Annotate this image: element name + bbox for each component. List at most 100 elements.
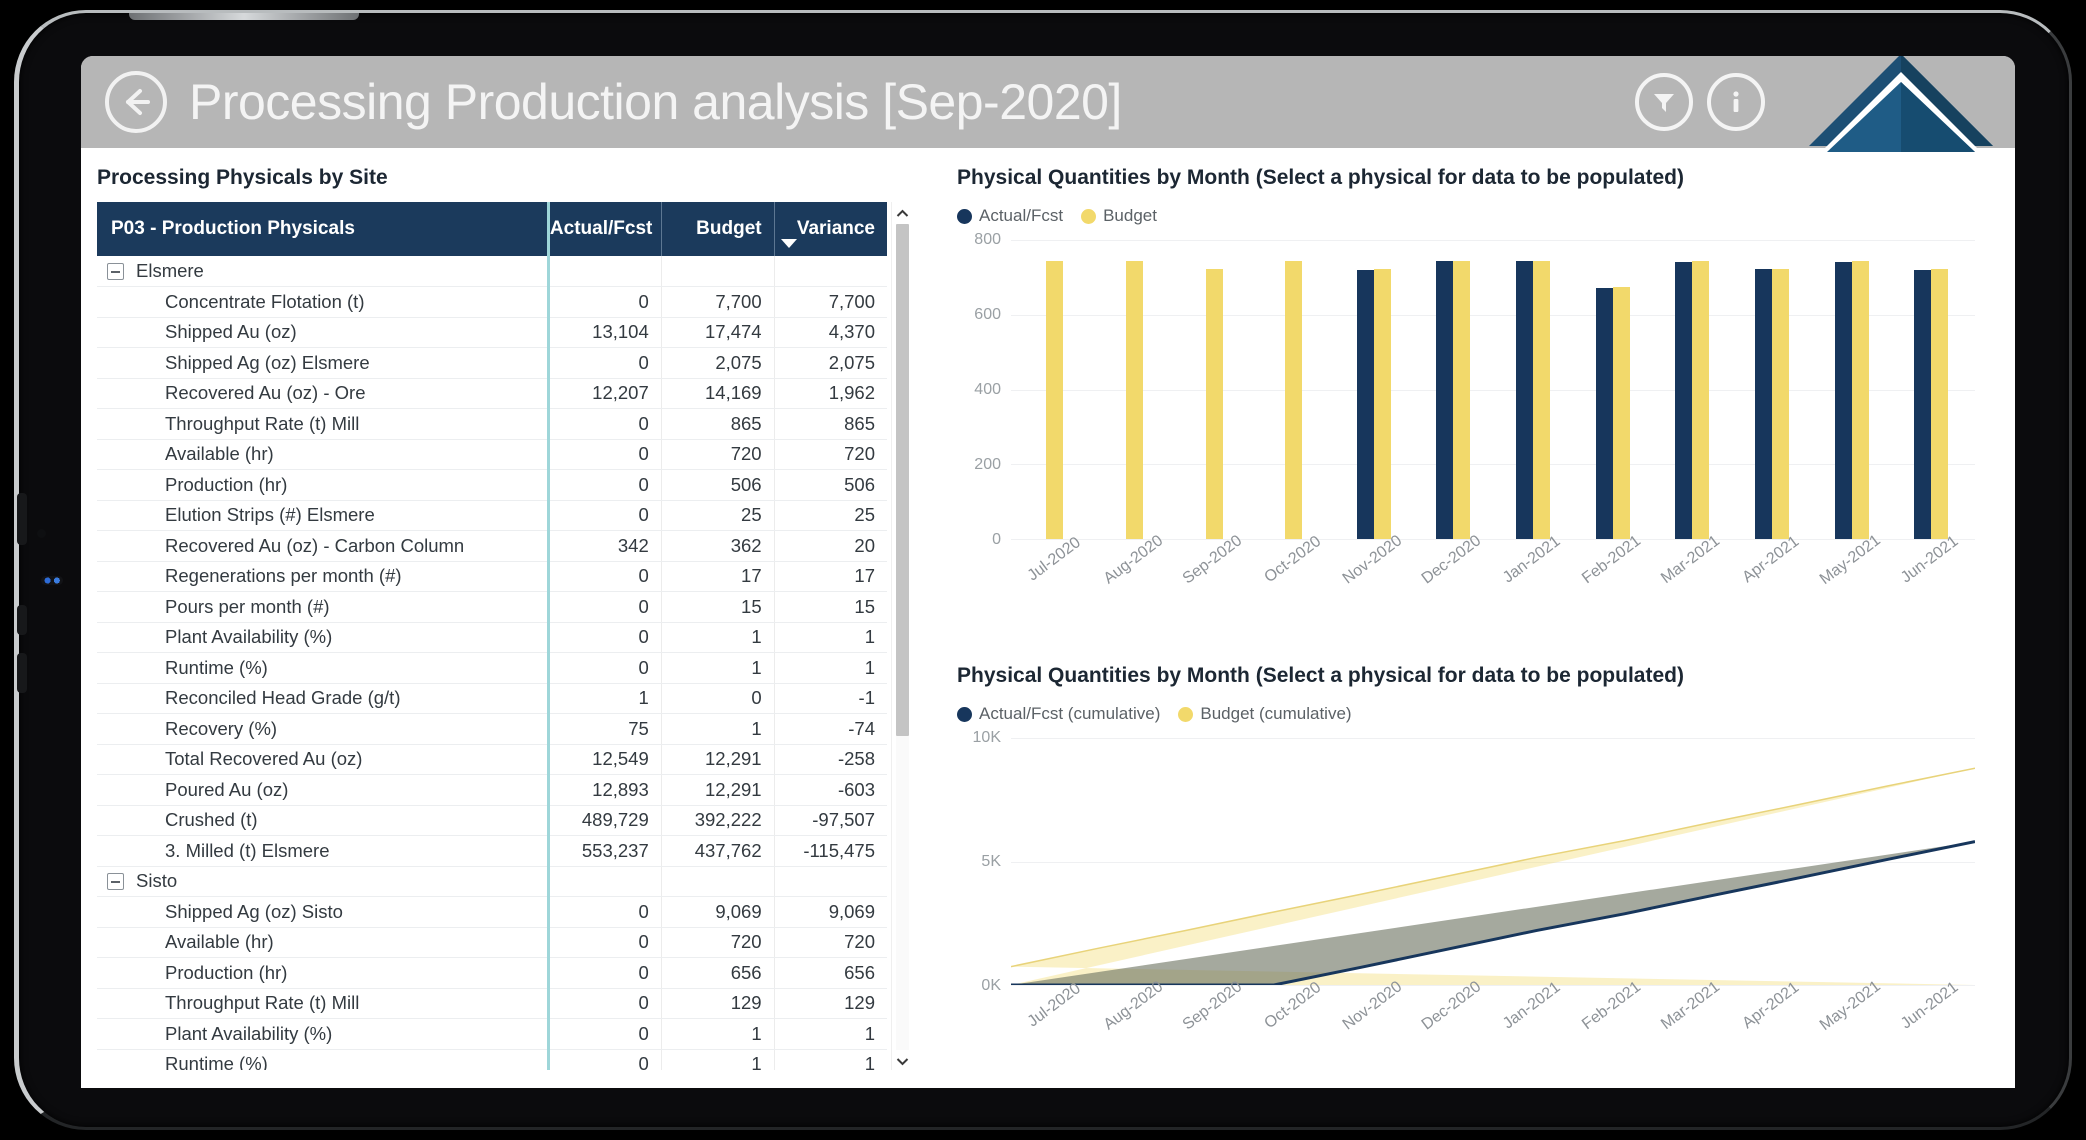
- row-label-cell: Runtime (%): [97, 652, 549, 684]
- scrollbar-up-button[interactable]: [892, 202, 914, 224]
- bar-budget[interactable]: [1931, 269, 1949, 539]
- group-label: Sisto: [136, 870, 178, 892]
- row-actual-cell: 0: [546, 561, 662, 592]
- scrollbar-thumb[interactable]: [896, 224, 909, 737]
- scrollbar-track[interactable]: [896, 224, 909, 1050]
- row-variance-cell: 7,700: [774, 286, 887, 318]
- column-header-variance[interactable]: Variance: [774, 202, 887, 256]
- scrollbar-down-button[interactable]: [892, 1050, 914, 1072]
- table-row[interactable]: Recovery (%) 75 1 -74: [97, 713, 887, 745]
- bar-budget[interactable]: [1205, 269, 1223, 539]
- collapse-icon[interactable]: [107, 873, 124, 891]
- bar-group[interactable]: [1891, 240, 1971, 539]
- bar-budget[interactable]: [1851, 260, 1869, 539]
- x-axis-tick-label: Apr-2021: [1739, 532, 1803, 587]
- bar-group[interactable]: [1174, 240, 1254, 539]
- table-row[interactable]: Shipped Ag (oz) Sisto 0 9,069 9,069: [97, 896, 887, 928]
- row-variance-cell: 1: [774, 652, 887, 684]
- table-row[interactable]: 3. Milled (t) Elsmere 553,237 437,762 -115,…: [97, 835, 887, 867]
- table-row[interactable]: Shipped Ag (oz) Elsmere 0 2,075 2,075: [97, 347, 887, 379]
- legend-item-actual[interactable]: Actual/Fcst: [957, 206, 1063, 226]
- table-row[interactable]: Throughput Rate (t) Mill 0 865 865: [97, 408, 887, 440]
- table-row[interactable]: Reconciled Head Grade (g/t) 1 0 -1: [97, 683, 887, 714]
- table-row[interactable]: Runtime (%) 0 1 1: [97, 652, 887, 684]
- table-row[interactable]: Plant Availability (%) 0 1 1: [97, 622, 887, 653]
- device-side-button-volume-up[interactable]: [17, 493, 27, 545]
- legend-item-budget-cumulative[interactable]: Budget (cumulative): [1178, 704, 1352, 724]
- bar-chart-bars: [1011, 240, 1975, 539]
- table-row[interactable]: Available (hr) 0 720 720: [97, 927, 887, 958]
- row-variance-cell: -1: [774, 683, 887, 714]
- bar-group[interactable]: [1254, 240, 1334, 539]
- bar-group[interactable]: [1573, 240, 1653, 539]
- bar-actual[interactable]: [1356, 269, 1374, 539]
- bar-budget[interactable]: [1612, 286, 1630, 539]
- bar-budget[interactable]: [1046, 260, 1064, 539]
- table-row[interactable]: Pours per month (#) 0 15 15: [97, 591, 887, 623]
- bar-group[interactable]: [1334, 240, 1414, 539]
- bar-budget[interactable]: [1771, 269, 1789, 539]
- bar-actual[interactable]: [1595, 287, 1613, 539]
- table-group-row[interactable]: Elsmere: [97, 256, 887, 287]
- bar-actual[interactable]: [1834, 262, 1852, 539]
- table-row[interactable]: Production (hr) 0 656 656: [97, 957, 887, 989]
- table-row[interactable]: Plant Availability (%) 0 1 1: [97, 1018, 887, 1050]
- table-row[interactable]: Poured Au (oz) 12,893 12,291 -603: [97, 774, 887, 806]
- table-group-row[interactable]: Sisto: [97, 866, 887, 897]
- bar-budget[interactable]: [1532, 260, 1550, 539]
- bar-actual[interactable]: [1675, 262, 1693, 539]
- bar-group[interactable]: [1493, 240, 1573, 539]
- table-header-row: P03 - Production Physicals Actual/Fcst B…: [97, 202, 887, 256]
- row-actual-cell: 12,549: [546, 744, 662, 775]
- table-row[interactable]: Concentrate Flotation (t) 0 7,700 7,700: [97, 286, 887, 318]
- group-label-cell[interactable]: Elsmere: [97, 256, 549, 287]
- group-label-cell[interactable]: Sisto: [97, 866, 549, 897]
- bar-group[interactable]: [1095, 240, 1175, 539]
- bar-budget[interactable]: [1285, 260, 1303, 539]
- bar-budget[interactable]: [1453, 260, 1471, 539]
- device-side-button-power[interactable]: [17, 653, 27, 693]
- row-label-cell: Production (hr): [97, 957, 549, 989]
- table-row[interactable]: Crushed (t) 489,729 392,222 -97,507: [97, 805, 887, 836]
- column-header-actual[interactable]: Actual/Fcst: [546, 202, 662, 256]
- table-row[interactable]: Regenerations per month (#) 0 17 17: [97, 561, 887, 592]
- x-axis-tick: Jul-2020: [1015, 534, 1095, 636]
- bar-actual[interactable]: [1914, 269, 1932, 539]
- table-body: Elsmere Concentrate Flotation (t) 0 7,700 7,…: [97, 256, 887, 1088]
- table-row[interactable]: Throughput Rate (t) Mill 0 129 129: [97, 988, 887, 1019]
- table-row[interactable]: Recovered Au (oz) - Ore 12,207 14,169 1,962: [97, 378, 887, 409]
- legend-item-actual-cumulative[interactable]: Actual/Fcst (cumulative): [957, 704, 1160, 724]
- bar-budget[interactable]: [1126, 260, 1143, 539]
- bar-budget[interactable]: [1373, 269, 1391, 539]
- bar-group[interactable]: [1015, 240, 1095, 539]
- row-actual-cell: 12,893: [546, 774, 662, 806]
- bar-group[interactable]: [1812, 240, 1892, 539]
- table-row[interactable]: Elution Strips (#) Elsmere 0 25 25: [97, 500, 887, 531]
- collapse-icon[interactable]: [107, 263, 124, 280]
- info-button[interactable]: [1707, 73, 1765, 131]
- row-actual-cell: 489,729: [546, 805, 662, 836]
- table-row[interactable]: Total Recovered Au (oz) 12,549 12,291 -258: [97, 744, 887, 775]
- column-header-physicals[interactable]: P03 - Production Physicals: [97, 202, 549, 256]
- bar-budget[interactable]: [1692, 260, 1710, 539]
- table-scrollbar[interactable]: [891, 202, 913, 1072]
- table-row[interactable]: Recovered Au (oz) - Carbon Column 342 362 2…: [97, 530, 887, 562]
- row-actual-cell: 0: [546, 286, 662, 318]
- bar-actual[interactable]: [1436, 260, 1454, 539]
- x-axis-tick-label: Sep-2020: [1179, 978, 1246, 1034]
- table-row[interactable]: Shipped Au (oz) 13,104 17,474 4,370: [97, 317, 887, 348]
- filter-button[interactable]: [1635, 73, 1693, 131]
- bar-group[interactable]: [1732, 240, 1812, 539]
- table-row[interactable]: Production (hr) 0 506 506: [97, 469, 887, 501]
- table-row[interactable]: Available (hr) 0 720 720: [97, 439, 887, 470]
- device-side-button-volume-down[interactable]: [17, 605, 27, 635]
- row-budget-cell: 15: [661, 591, 775, 623]
- legend-item-budget[interactable]: Budget: [1081, 206, 1157, 226]
- processing-physicals-table[interactable]: P03 - Production Physicals Actual/Fcst B…: [97, 202, 887, 1088]
- column-header-budget[interactable]: Budget: [661, 202, 775, 256]
- bar-actual[interactable]: [1754, 269, 1772, 539]
- bar-group[interactable]: [1413, 240, 1493, 539]
- bar-actual[interactable]: [1515, 260, 1533, 539]
- back-button[interactable]: [105, 71, 167, 133]
- bar-group[interactable]: [1652, 240, 1732, 539]
